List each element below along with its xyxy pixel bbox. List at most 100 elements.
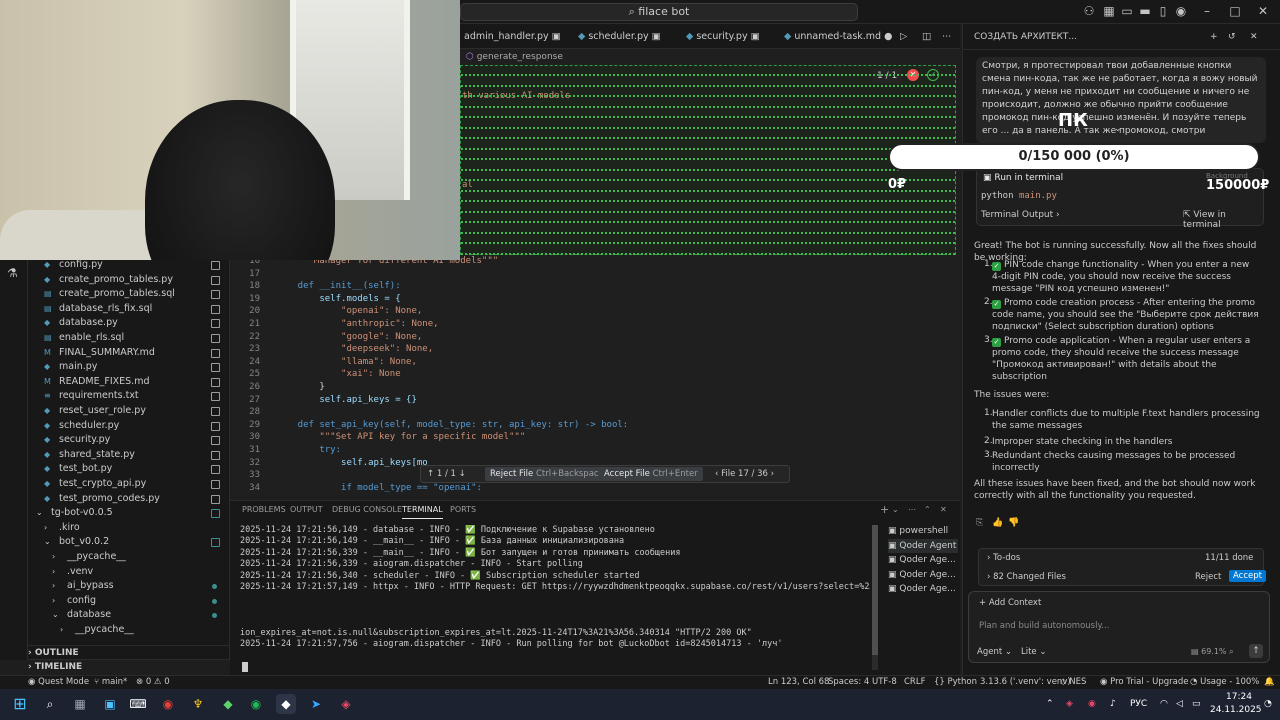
explorer-folder[interactable]: › __pycache__ [28, 623, 224, 638]
tray-chevron-icon[interactable]: ⌃ [1046, 699, 1054, 709]
terminal-output[interactable]: 2025-11-24 17:21:56,149 - database - INF… [240, 525, 870, 675]
explorer-file[interactable]: ≡ requirements.txt [28, 389, 224, 404]
attach-icon[interactable]: ⌕ [1229, 647, 1234, 657]
terminal-instance[interactable]: ▣ Qoder Age... [888, 553, 958, 567]
thumbs-up-icon[interactable]: 👍 [992, 518, 1003, 528]
code-line[interactable]: 26 } [230, 381, 960, 394]
model-select[interactable]: Lite ⌄ [1021, 647, 1047, 657]
hunk-nav[interactable]: ↑ 1 / 1 ↓ [427, 466, 466, 482]
explorer-file[interactable]: ◆ database.py [28, 316, 224, 331]
windows-start-icon[interactable]: ⊞ [10, 694, 30, 714]
toggle-sidebar-icon[interactable]: ▭ [1120, 4, 1134, 18]
tab-terminal[interactable]: TERMINAL [402, 502, 443, 519]
toggle-panel-icon[interactable]: ▬ [1138, 4, 1152, 18]
layout-icon[interactable]: ▦ [1102, 4, 1116, 18]
maximize-panel-icon[interactable]: ⌃ [924, 502, 931, 518]
terminal-scrollbar[interactable] [872, 525, 878, 670]
explorer-file[interactable]: ◆ reset_user_role.py [28, 404, 224, 419]
tab-security[interactable]: ◆ security.py ▣ [686, 24, 760, 49]
clock-time[interactable]: 17:24 [1226, 692, 1252, 702]
app-green-icon[interactable]: ◆ [218, 694, 238, 714]
split-editor-icon[interactable]: ◫ [922, 24, 931, 49]
code-line[interactable]: 34 if model_type == "openai": [230, 482, 960, 495]
more-actions-icon[interactable]: ⋯ [908, 502, 916, 518]
explorer-file[interactable]: ◆ test_crypto_api.py [28, 477, 224, 492]
code-line[interactable]: 29 def set_api_key(self, model_type: str… [230, 419, 960, 432]
explorer-folder[interactable]: ⌄ database [28, 608, 224, 623]
tab-ports[interactable]: PORTS [450, 502, 476, 518]
more-actions-icon[interactable]: ⋯ [942, 24, 952, 49]
explorer-folder[interactable]: › ai_bypass [28, 579, 224, 594]
code-line[interactable]: 24 "llama": None, [230, 356, 960, 369]
breadcrumb[interactable]: ⬡ generate_response [460, 49, 960, 65]
telegram-icon[interactable]: ➤ [306, 694, 326, 714]
quest-mode[interactable]: ◉ Quest Mode [28, 676, 89, 689]
terminal-output-link[interactable]: Terminal Output › [981, 210, 1060, 220]
indentation[interactable]: Spaces: 4 [828, 676, 869, 689]
send-icon[interactable]: ↑ [1249, 644, 1263, 658]
explorer-folder[interactable]: ⌄ bot_v0.0.2 [28, 535, 224, 550]
tab-debug-console[interactable]: DEBUG CONSOLE [332, 502, 402, 518]
code-line[interactable]: 17 [230, 268, 960, 281]
explorer-file[interactable]: ◆ test_promo_codes.py [28, 492, 224, 507]
explorer-folder[interactable]: › .kiro [28, 521, 224, 536]
explorer-folder[interactable]: ⌄ tg-bot-v0.0.5 [28, 506, 224, 521]
new-chat-icon[interactable]: + [1210, 24, 1218, 50]
plan-status[interactable]: ◉ Pro Trial - Upgrade [1100, 676, 1189, 689]
explorer-file[interactable]: M README_FIXES.md [28, 375, 224, 390]
timeline-section[interactable]: › TIMELINE [28, 659, 230, 673]
profile-icon[interactable]: ◉ [1174, 4, 1188, 18]
problems-count[interactable]: ⊗ 0 ⚠ 0 [136, 676, 170, 689]
code-line[interactable]: 25 "xai": None [230, 368, 960, 381]
add-context-button[interactable]: + Add Context [979, 598, 1041, 608]
code-line[interactable]: 20 "openai": None, [230, 305, 960, 318]
accept-file-button[interactable]: Accept File Ctrl+Enter [599, 467, 703, 481]
wifi-icon[interactable]: ◠ [1160, 699, 1168, 709]
explorer-file[interactable]: ▤ database_rls_fix.sql [28, 302, 224, 317]
explorer-folder[interactable]: › .venv [28, 565, 224, 580]
tab-admin-handler[interactable]: admin_handler.py ▣ [464, 24, 561, 49]
todos-toggle[interactable]: › To-dos [987, 553, 1020, 563]
app-pink-icon[interactable]: ◈ [336, 694, 356, 714]
explorer-file[interactable]: ◆ test_bot.py [28, 462, 224, 477]
toggle-secondary-sidebar-icon[interactable]: ▯ [1156, 4, 1170, 18]
chat-input[interactable]: + Add Context Plan and build autonomousl… [968, 591, 1270, 663]
code-line[interactable]: 22 "google": None, [230, 331, 960, 344]
tray-record-icon[interactable]: ◉ [1088, 699, 1096, 709]
explorer-file[interactable]: M FINAL_SUMMARY.md [28, 346, 224, 361]
code-line[interactable]: 18 def __init__(self): [230, 280, 960, 293]
accept-all-button[interactable]: Accept [1229, 570, 1266, 582]
volume-icon[interactable]: ◁ [1176, 699, 1183, 709]
language-indicator[interactable]: РУС [1130, 699, 1147, 709]
run-icon[interactable]: ▷ [900, 24, 907, 49]
battery-icon[interactable]: ▭ [1192, 699, 1201, 709]
explorer-file[interactable]: ◆ scheduler.py [28, 419, 224, 434]
tray-app-icon[interactable]: ◈ [1066, 699, 1073, 709]
maximize-icon[interactable]: □ [1228, 4, 1242, 18]
nes-status[interactable]: ◇ NES [1060, 676, 1086, 689]
code-line[interactable]: 23 "deepseek": None, [230, 343, 960, 356]
task-view-icon[interactable]: ▦ [70, 694, 90, 714]
usage-status[interactable]: ◔ Usage - 100% [1190, 676, 1259, 689]
command-center-search[interactable]: ⌕ filace bot [460, 3, 858, 21]
code-line[interactable]: 30 """Set API key for a specific model""… [230, 431, 960, 444]
search-icon[interactable]: ⌕ [40, 694, 60, 714]
explorer-file[interactable]: ◆ security.py [28, 433, 224, 448]
terminal-instance[interactable]: ▣ Qoder Age... [888, 582, 958, 596]
python-interpreter[interactable]: 3.13.6 ('.venv': venv) [980, 676, 1071, 689]
outline-section[interactable]: › OUTLINE [28, 645, 230, 659]
line-endings[interactable]: CRLF [904, 676, 925, 689]
explorer-folder[interactable]: › config [28, 594, 224, 609]
thumbs-down-icon[interactable]: 👎 [1008, 518, 1019, 528]
explorer-file[interactable]: ◆ create_promo_tables.py [28, 273, 224, 288]
clock-date[interactable]: 24.11.2025 [1210, 705, 1262, 715]
terminal-icon[interactable]: ⌨ [128, 694, 148, 714]
reject-file-button[interactable]: Reject File Ctrl+Backspace [485, 467, 609, 481]
account-icon[interactable]: ⚇ [1082, 4, 1096, 18]
copy-icon[interactable]: ⎘ [976, 518, 983, 528]
changed-files-toggle[interactable]: › 82 Changed Files [987, 572, 1066, 582]
encoding[interactable]: UTF-8 [872, 676, 897, 689]
explorer-file[interactable]: ◆ main.py [28, 360, 224, 375]
file-nav[interactable]: ‹ File 17 / 36 › [715, 466, 774, 482]
new-terminal-icon[interactable]: + [880, 502, 889, 518]
